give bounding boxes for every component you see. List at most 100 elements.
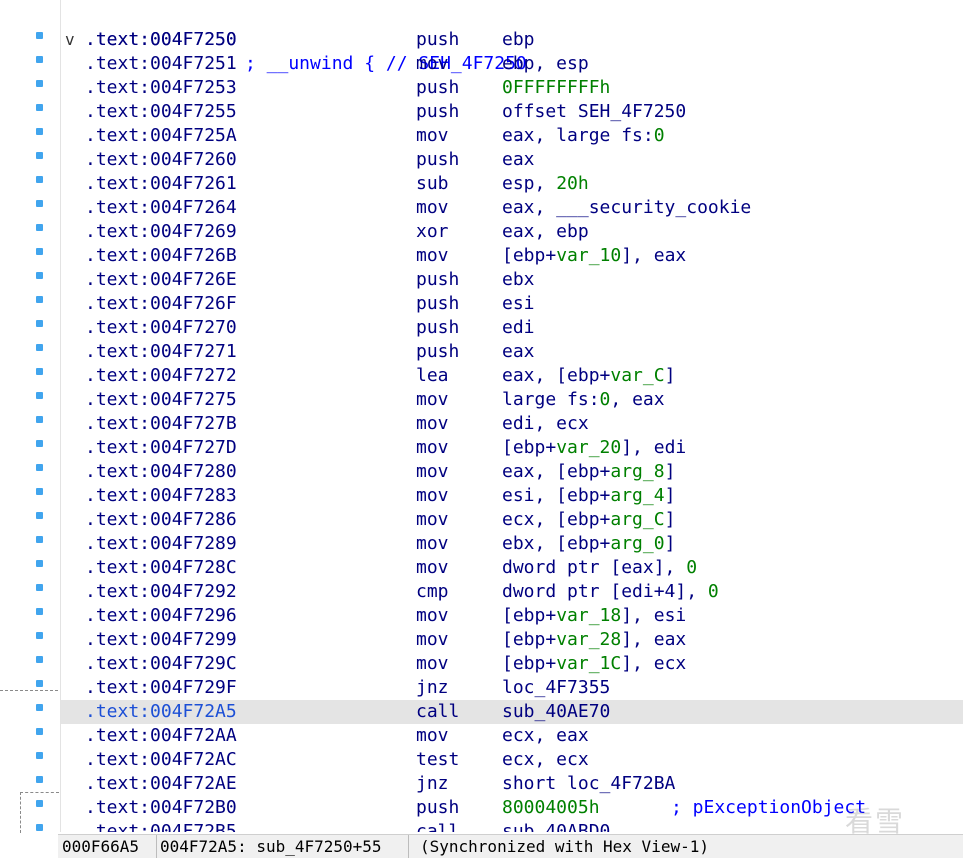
breakpoint-dot-icon[interactable] bbox=[36, 200, 43, 207]
breakpoint-dot-icon[interactable] bbox=[36, 416, 43, 423]
operand-text: esi bbox=[502, 293, 535, 314]
breakpoint-dot-icon[interactable] bbox=[36, 296, 43, 303]
breakpoint-dot-icon[interactable] bbox=[36, 656, 43, 663]
instruction-operands: offset SEH_4F7250 bbox=[502, 100, 686, 124]
breakpoint-dot-icon[interactable] bbox=[36, 632, 43, 639]
breakpoint-dot-icon[interactable] bbox=[36, 224, 43, 231]
instruction-line[interactable]: .text:004F729F jnz loc_4F7355 bbox=[61, 676, 963, 700]
breakpoint-dot-icon[interactable] bbox=[36, 104, 43, 111]
breakpoint-dot-icon[interactable] bbox=[36, 392, 43, 399]
instruction-line[interactable]: .text:004F7264 mov eax, ___security_cookie bbox=[61, 196, 963, 220]
operand-text: eax, ebp bbox=[502, 221, 589, 242]
breakpoint-dot-icon[interactable] bbox=[36, 752, 43, 759]
instruction-operands: ecx, [ebp+arg_C] bbox=[502, 508, 675, 532]
breakpoint-dot-icon[interactable] bbox=[36, 80, 43, 87]
instruction-line[interactable]: .text:004F72AA mov ecx, eax bbox=[61, 724, 963, 748]
operand-text: ebx bbox=[502, 269, 535, 290]
breakpoint-dot-icon[interactable] bbox=[36, 344, 43, 351]
instruction-line[interactable]: .text:004F725A mov eax, large fs:0 bbox=[61, 124, 963, 148]
instruction-mnemonic: push bbox=[416, 29, 460, 50]
breakpoint-dot-icon[interactable] bbox=[36, 728, 43, 735]
breakpoint-dot-icon[interactable] bbox=[36, 776, 43, 783]
breakpoint-dot-icon[interactable] bbox=[36, 680, 43, 687]
operand-text: eax bbox=[502, 149, 535, 170]
breakpoint-dot-icon[interactable] bbox=[36, 560, 43, 567]
instruction-line[interactable]: .text:004F7269 xor eax, ebp bbox=[61, 220, 963, 244]
instruction-line[interactable]: .text:004F727D mov [ebp+var_20], edi bbox=[61, 436, 963, 460]
breakpoint-dot-icon[interactable] bbox=[36, 536, 43, 543]
instruction-line[interactable]: .text:004F7255 push offset SEH_4F7250 bbox=[61, 100, 963, 124]
breakpoint-dot-icon[interactable] bbox=[36, 704, 43, 711]
breakpoint-dot-icon[interactable] bbox=[36, 440, 43, 447]
line-address: .text:004F729C bbox=[85, 653, 237, 674]
operand-text: eax, [ebp+ bbox=[502, 461, 611, 482]
instruction-line[interactable]: .text:004F72A5 call sub_40AE70 bbox=[61, 700, 963, 724]
instruction-line[interactable]: .text:004F7253 push 0FFFFFFFFh bbox=[61, 76, 963, 100]
breakpoint-dot-icon[interactable] bbox=[36, 56, 43, 63]
instruction-line[interactable]: .text:004F7283 mov esi, [ebp+arg_4] bbox=[61, 484, 963, 508]
instruction-line[interactable]: .text:004F7275 mov large fs:0, eax bbox=[61, 388, 963, 412]
function-header-line[interactable]: .text:004F7250 ; __unwind { // SEH_4F725… bbox=[61, 4, 963, 74]
instruction-line[interactable]: .text:004F7299 mov [ebp+var_28], eax bbox=[61, 628, 963, 652]
line-address: .text:004F7264 bbox=[85, 197, 237, 218]
instruction-line[interactable]: .text:004F72B5 call sub_40ABD0 bbox=[61, 820, 963, 832]
instruction-operands: [ebp+var_20], edi bbox=[502, 436, 686, 460]
breakpoint-dot-icon[interactable] bbox=[36, 32, 43, 39]
instruction-line[interactable]: .text:004F7261 sub esp, 20h bbox=[61, 172, 963, 196]
line-gutter[interactable] bbox=[0, 0, 61, 832]
status-offset: 000F66A5 bbox=[58, 835, 157, 858]
line-address: .text:004F7261 bbox=[85, 173, 237, 194]
line-address: .text:004F72AC bbox=[85, 749, 237, 770]
breakpoint-dot-icon[interactable] bbox=[36, 320, 43, 327]
instruction-mnemonic: push bbox=[416, 317, 460, 338]
breakpoint-dot-icon[interactable] bbox=[36, 152, 43, 159]
instruction-line[interactable]: .text:004F72AE jnz short loc_4F72BA bbox=[61, 772, 963, 796]
instruction-mnemonic: mov bbox=[416, 53, 449, 74]
breakpoint-dot-icon[interactable] bbox=[36, 488, 43, 495]
line-address: .text:004F726E bbox=[85, 269, 237, 290]
instruction-line[interactable]: v .text:004F7250 push ebp bbox=[61, 28, 963, 52]
instruction-line[interactable]: .text:004F727B mov edi, ecx bbox=[61, 412, 963, 436]
instruction-line[interactable]: .text:004F726F push esi bbox=[61, 292, 963, 316]
operand-symbol: 0 bbox=[599, 389, 611, 410]
instruction-mnemonic: push bbox=[416, 77, 460, 98]
breakpoint-dot-icon[interactable] bbox=[36, 248, 43, 255]
instruction-line[interactable]: .text:004F729C mov [ebp+var_1C], ecx bbox=[61, 652, 963, 676]
instruction-line[interactable]: .text:004F728C mov dword ptr [eax], 0 bbox=[61, 556, 963, 580]
instruction-line[interactable]: .text:004F7271 push eax bbox=[61, 340, 963, 364]
instruction-line[interactable]: .text:004F7260 push eax bbox=[61, 148, 963, 172]
instruction-line[interactable]: .text:004F7280 mov eax, [ebp+arg_8] bbox=[61, 460, 963, 484]
breakpoint-dot-icon[interactable] bbox=[36, 608, 43, 615]
operand-symbol: arg_8 bbox=[610, 461, 665, 482]
chevron-down-icon[interactable]: v bbox=[65, 28, 81, 52]
line-comment: ; pExceptionObject bbox=[671, 797, 867, 818]
instruction-line[interactable]: .text:004F726E push ebx bbox=[61, 268, 963, 292]
breakpoint-dot-icon[interactable] bbox=[36, 512, 43, 519]
line-address: .text:004F72AE bbox=[85, 773, 237, 794]
instruction-line[interactable]: .text:004F7286 mov ecx, [ebp+arg_C] bbox=[61, 508, 963, 532]
instruction-line[interactable]: .text:004F7289 mov ebx, [ebp+arg_0] bbox=[61, 532, 963, 556]
disassembly-listing[interactable]: .text:004F7250 ; __unwind { // SEH_4F725… bbox=[61, 4, 963, 832]
breakpoint-dot-icon[interactable] bbox=[36, 128, 43, 135]
instruction-line[interactable]: .text:004F726B mov [ebp+var_10], eax bbox=[61, 244, 963, 268]
instruction-mnemonic: mov bbox=[416, 197, 449, 218]
instruction-line[interactable]: .text:004F72AC test ecx, ecx bbox=[61, 748, 963, 772]
instruction-line[interactable]: .text:004F7292 cmp dword ptr [edi+4], 0 bbox=[61, 580, 963, 604]
operand-text: [ebp+ bbox=[502, 629, 557, 650]
breakpoint-dot-icon[interactable] bbox=[36, 272, 43, 279]
instruction-line[interactable]: .text:004F72B0 push 80004005h ; pExceptionO… bbox=[61, 796, 963, 820]
instruction-line[interactable]: .text:004F7251 mov ebp, esp bbox=[61, 52, 963, 76]
line-address: .text:004F7260 bbox=[85, 149, 237, 170]
instruction-mnemonic: jnz bbox=[416, 677, 449, 698]
breakpoint-dot-icon[interactable] bbox=[36, 584, 43, 591]
breakpoint-dot-icon[interactable] bbox=[36, 176, 43, 183]
instruction-mnemonic: push bbox=[416, 269, 460, 290]
instruction-operands: esi, [ebp+arg_4] bbox=[502, 484, 675, 508]
operand-text: esi, [ebp+ bbox=[502, 485, 611, 506]
instruction-line[interactable]: .text:004F7272 lea eax, [ebp+var_C] bbox=[61, 364, 963, 388]
breakpoint-dot-icon[interactable] bbox=[36, 464, 43, 471]
instruction-line[interactable]: .text:004F7296 mov [ebp+var_18], esi bbox=[61, 604, 963, 628]
status-location: 004F72A5: sub_4F7250+55 bbox=[156, 835, 409, 858]
breakpoint-dot-icon[interactable] bbox=[36, 368, 43, 375]
instruction-line[interactable]: .text:004F7270 push edi bbox=[61, 316, 963, 340]
